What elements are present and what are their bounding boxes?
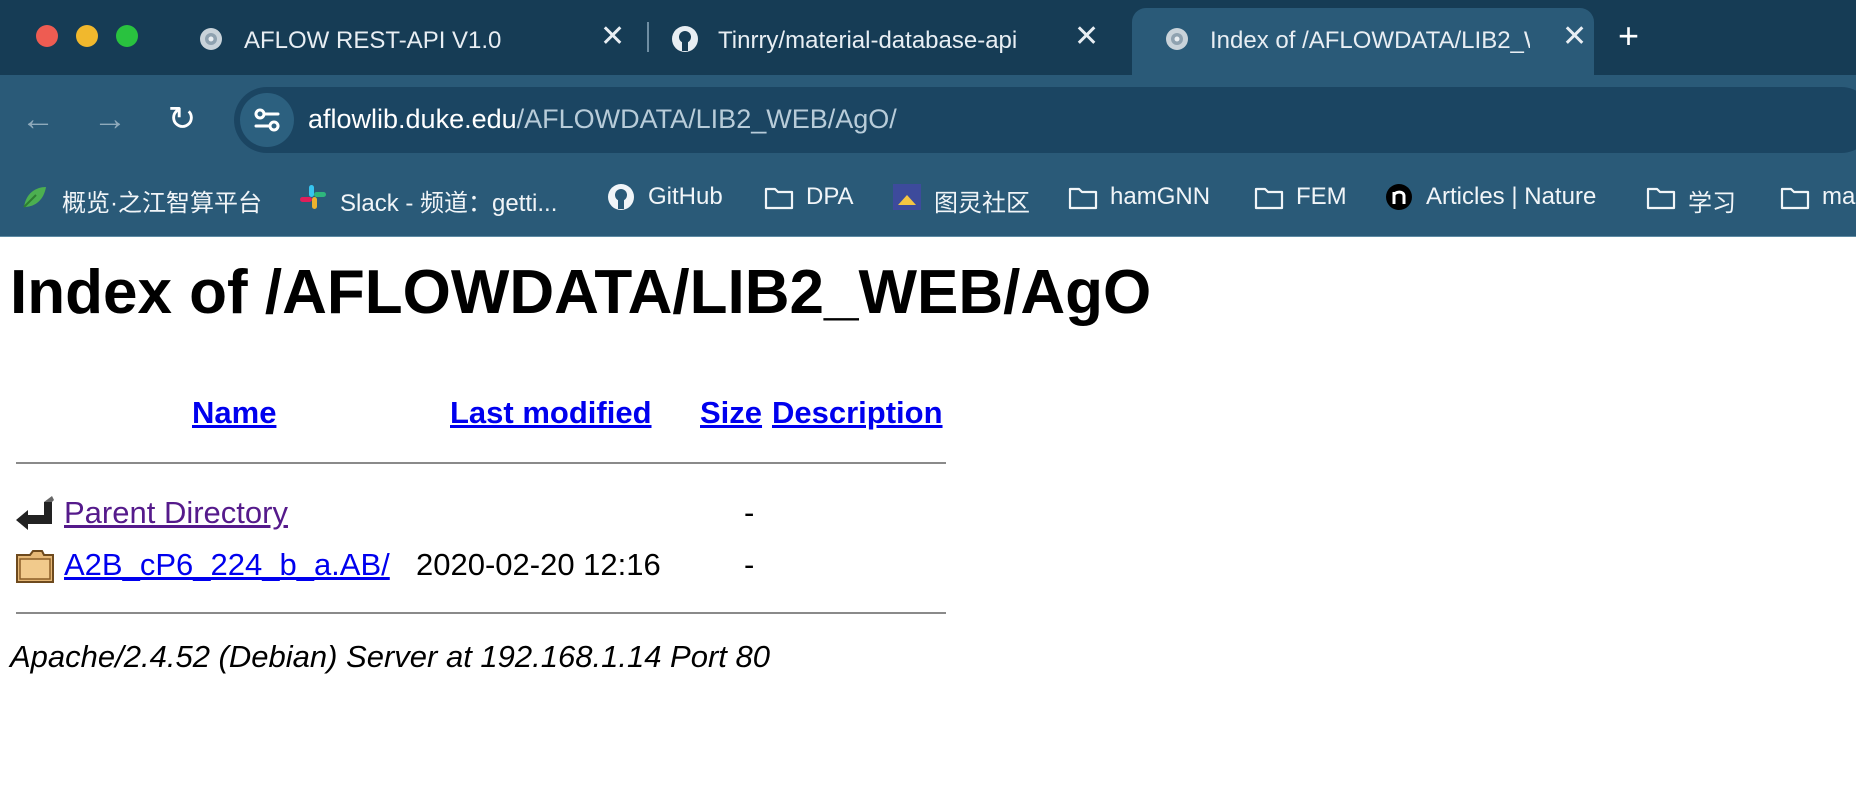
sort-by-modified-link[interactable]: Last modified (450, 395, 652, 431)
directory-link[interactable]: A2B_cP6_224_b_a.AB/ (64, 547, 390, 583)
sort-by-description-link[interactable]: Description (772, 395, 943, 431)
tab-title: Tinrry/material-database-api (718, 27, 1018, 54)
aflow-icon (200, 28, 222, 50)
tab-index-of[interactable]: Index of /AFLOWDATA/LIB2_W ✕ (1132, 8, 1594, 75)
footer-divider (16, 612, 946, 614)
row-size: - (744, 495, 755, 530)
folder-icon (1068, 187, 1098, 210)
bookmark-label: 学习 (1688, 190, 1736, 217)
page-content: Index of /AFLOWDATA/LIB2_WEB/AgO Name La… (0, 237, 1856, 794)
bookmark-label: 概览·之江智算平台 (62, 190, 262, 217)
tab-aflow-rest-api[interactable]: AFLOW REST-API V1.0 ✕ (166, 8, 636, 75)
tab-title: Index of /AFLOWDATA/LIB2_W (1210, 27, 1530, 54)
minimize-window-button[interactable] (76, 25, 98, 47)
parent-directory-link[interactable]: Parent Directory (64, 495, 288, 531)
forward-button[interactable]: → (88, 97, 132, 141)
bookmarks-bar: 概览·之江智算平台 Slack - 频道：getti... GitHub DPA… (0, 161, 1856, 237)
row-size: - (744, 547, 755, 582)
folder-icon (1780, 187, 1810, 210)
header-divider (16, 462, 946, 464)
leaf-icon (23, 187, 46, 208)
close-window-button[interactable] (36, 25, 58, 47)
folder-icon (1646, 187, 1676, 210)
tune-icon (254, 108, 280, 132)
navigation-toolbar: ← → ↻ aflowlib.duke.edu/AFLOWDATA/LIB2_W… (0, 75, 1856, 161)
bookmark-label: ma (1822, 183, 1856, 210)
github-icon (672, 26, 698, 52)
back-arrow-icon (16, 496, 54, 530)
folder-icon (764, 187, 794, 210)
sort-by-name-link[interactable]: Name (192, 395, 276, 431)
nature-icon (1386, 184, 1412, 210)
back-button[interactable]: ← (16, 97, 60, 141)
page-title: Index of /AFLOWDATA/LIB2_WEB/AgO (10, 258, 1152, 327)
folder-icon (1254, 187, 1284, 210)
close-tab-icon[interactable]: ✕ (600, 22, 625, 52)
turing-icon (893, 184, 921, 210)
sort-by-size-link[interactable]: Size (700, 395, 762, 431)
tab-github-repo[interactable]: Tinrry/material-database-api ✕ (640, 8, 1110, 75)
bookmark-label: GitHub (648, 183, 723, 210)
site-info-button[interactable] (240, 93, 294, 147)
bookmark-label: Slack - 频道：getti... (340, 190, 558, 217)
folder-icon (16, 550, 54, 583)
github-icon (608, 184, 634, 210)
bookmark-label: FEM (1296, 183, 1347, 210)
bookmark-label: 图灵社区 (934, 190, 1030, 217)
maximize-window-button[interactable] (116, 25, 138, 47)
browser-chrome: AFLOW REST-API V1.0 ✕ Tinrry/material-da… (0, 0, 1856, 237)
url-text[interactable]: aflowlib.duke.edu/AFLOWDATA/LIB2_WEB/AgO… (308, 104, 897, 135)
aflow-icon (1166, 28, 1188, 50)
url-path: /AFLOWDATA/LIB2_WEB/AgO/ (516, 104, 897, 134)
tab-title: AFLOW REST-API V1.0 (244, 27, 502, 54)
close-tab-icon[interactable]: ✕ (1562, 22, 1587, 52)
row-modified: 2020-02-20 12:16 (416, 547, 661, 582)
bookmark-label: DPA (806, 183, 854, 210)
slack-icon (300, 185, 326, 209)
address-bar[interactable]: aflowlib.duke.edu/AFLOWDATA/LIB2_WEB/AgO… (234, 87, 1856, 153)
bookmark-label: Articles | Nature (1426, 183, 1597, 210)
bookmark-label: hamGNN (1110, 183, 1211, 210)
tab-strip: AFLOW REST-API V1.0 ✕ Tinrry/material-da… (0, 0, 1856, 75)
server-signature: Apache/2.4.52 (Debian) Server at 192.168… (10, 639, 770, 674)
new-tab-button[interactable]: + (1618, 16, 1639, 56)
url-host: aflowlib.duke.edu (308, 104, 517, 134)
close-tab-icon[interactable]: ✕ (1074, 22, 1099, 52)
reload-button[interactable]: ↻ (160, 97, 204, 141)
